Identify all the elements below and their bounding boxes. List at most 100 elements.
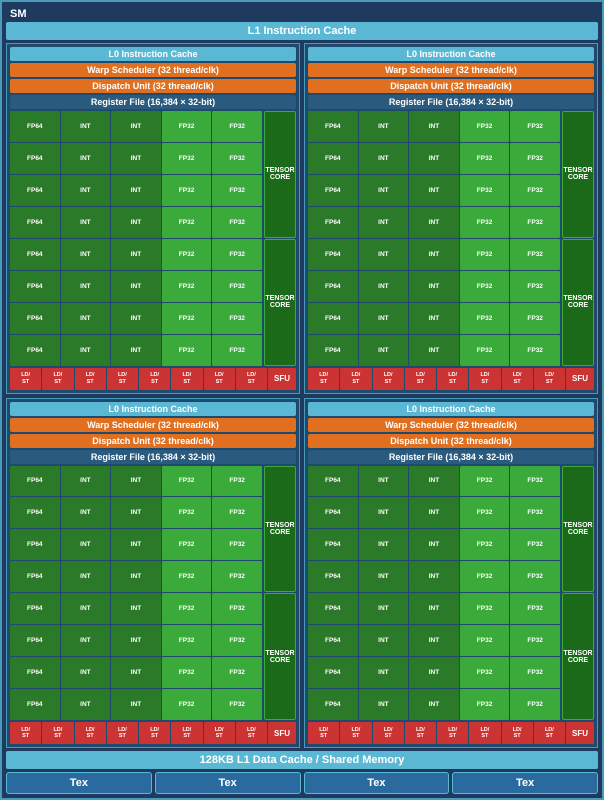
fp32-cell: FP32 xyxy=(460,207,510,238)
cu-row: FP64 INT INT FP32 FP32 xyxy=(308,303,560,334)
ldst-cell: LD/ST xyxy=(308,722,339,744)
fp64-cell: FP64 xyxy=(10,497,60,528)
ldst-cell: LD/ST xyxy=(308,368,339,390)
int-cell: INT xyxy=(111,657,161,688)
dispatch-unit-1: Dispatch Unit (32 thread/clk) xyxy=(10,79,296,93)
ldst-cell: LD/ST xyxy=(75,368,106,390)
tensor-col-4: TENSOR CORE TENSOR CORE xyxy=(562,466,594,721)
fp32-cell: FP32 xyxy=(510,271,560,302)
int-cell: INT xyxy=(111,625,161,656)
sfu-cell-2: SFU xyxy=(566,368,594,390)
fp64-cell: FP64 xyxy=(10,689,60,720)
cu-row: FP64 INT INT FP32 FP32 xyxy=(10,239,262,270)
cu-row: FP64 INT INT FP32 FP32 xyxy=(10,497,262,528)
warp-scheduler-2: Warp Scheduler (32 thread/clk) xyxy=(308,63,594,77)
cu-row: FP64 INT INT FP32 FP32 xyxy=(10,657,262,688)
int-cell: INT xyxy=(111,207,161,238)
quadrant-4: L0 Instruction Cache Warp Scheduler (32 … xyxy=(304,398,598,749)
int-cell: INT xyxy=(111,529,161,560)
fp32-cell: FP32 xyxy=(162,207,212,238)
cu-row: FP64 INT INT FP32 FP32 xyxy=(308,529,560,560)
cu-row: FP64 INT INT FP32 FP32 xyxy=(308,143,560,174)
fp32-cell: FP32 xyxy=(510,239,560,270)
fp32-cell: FP32 xyxy=(212,497,262,528)
fp32-cell: FP32 xyxy=(162,593,212,624)
fp32-cell: FP32 xyxy=(212,657,262,688)
fp32-cell: FP32 xyxy=(460,561,510,592)
tex-cell-2[interactable]: Tex xyxy=(155,772,301,794)
fp64-cell: FP64 xyxy=(10,625,60,656)
ldst-cell: LD/ST xyxy=(42,368,73,390)
cu-row: FP64 INT INT FP32 FP32 xyxy=(10,111,262,142)
fp32-cell: FP32 xyxy=(460,175,510,206)
int-cell: INT xyxy=(409,207,459,238)
fp64-cell: FP64 xyxy=(308,239,358,270)
int-cell: INT xyxy=(111,561,161,592)
fp64-cell: FP64 xyxy=(308,143,358,174)
int-cell: INT xyxy=(359,466,409,497)
l0-cache-2: L0 Instruction Cache xyxy=(308,47,594,61)
ldst-cell: LD/ST xyxy=(139,368,170,390)
tensor-core-2: TENSOR CORE xyxy=(264,239,296,366)
cu-row: FP64 INT INT FP32 FP32 xyxy=(308,561,560,592)
fp64-cell: FP64 xyxy=(308,111,358,142)
int-cell: INT xyxy=(61,657,111,688)
int-cell: INT xyxy=(111,303,161,334)
int-cell: INT xyxy=(61,143,111,174)
int-cell: INT xyxy=(359,689,409,720)
int-cell: INT xyxy=(111,271,161,302)
cu-row: FP64 INT INT FP32 FP32 xyxy=(10,625,262,656)
register-file-2: Register File (16,384 × 32-bit) xyxy=(308,95,594,109)
cu-row: FP64 INT INT FP32 FP32 xyxy=(308,497,560,528)
int-cell: INT xyxy=(409,175,459,206)
fp64-cell: FP64 xyxy=(10,207,60,238)
tex-cell-1[interactable]: Tex xyxy=(6,772,152,794)
quadrant-2: L0 Instruction Cache Warp Scheduler (32 … xyxy=(304,43,598,394)
quadrant-1: L0 Instruction Cache Warp Scheduler (32 … xyxy=(6,43,300,394)
tex-cell-4[interactable]: Tex xyxy=(452,772,598,794)
int-cell: INT xyxy=(61,529,111,560)
int-cell: INT xyxy=(409,561,459,592)
int-cell: INT xyxy=(409,143,459,174)
ldst-cell: LD/ST xyxy=(107,368,138,390)
fp32-cell: FP32 xyxy=(460,239,510,270)
int-cell: INT xyxy=(409,335,459,366)
tensor-core-1: TENSOR CORE xyxy=(264,111,296,238)
int-cell: INT xyxy=(359,625,409,656)
cu-row: FP64 INT INT FP32 FP32 xyxy=(10,561,262,592)
int-cell: INT xyxy=(61,175,111,206)
l0-cache-1: L0 Instruction Cache xyxy=(10,47,296,61)
fp32-cell: FP32 xyxy=(510,466,560,497)
ldst-sfu-row-2: LD/ST LD/ST LD/ST LD/ST LD/ST LD/ST LD/S… xyxy=(308,368,594,390)
int-cell: INT xyxy=(61,689,111,720)
ldst-sfu-row-3: LD/ST LD/ST LD/ST LD/ST LD/ST LD/ST LD/S… xyxy=(10,722,296,744)
fp32-cell: FP32 xyxy=(460,625,510,656)
ldst-cell: LD/ST xyxy=(469,368,500,390)
fp32-cell: FP32 xyxy=(460,466,510,497)
fp32-cell: FP32 xyxy=(510,335,560,366)
fp32-cell: FP32 xyxy=(212,529,262,560)
fp32-cell: FP32 xyxy=(162,466,212,497)
int-cell: INT xyxy=(61,497,111,528)
fp32-cell: FP32 xyxy=(212,271,262,302)
tex-cell-3[interactable]: Tex xyxy=(304,772,450,794)
ldst-cell: LD/ST xyxy=(405,368,436,390)
dispatch-unit-4: Dispatch Unit (32 thread/clk) xyxy=(308,434,594,448)
cu-row: FP64 INT INT FP32 FP32 xyxy=(10,689,262,720)
ldst-cell: LD/ST xyxy=(534,368,565,390)
int-cell: INT xyxy=(359,111,409,142)
ldst-cell: LD/ST xyxy=(10,368,41,390)
warp-scheduler-1: Warp Scheduler (32 thread/clk) xyxy=(10,63,296,77)
l1-data-cache: 128KB L1 Data Cache / Shared Memory xyxy=(6,751,598,769)
cu-row: FP64 INT INT FP32 FP32 xyxy=(10,529,262,560)
fp32-cell: FP32 xyxy=(510,111,560,142)
ldst-cell: LD/ST xyxy=(42,722,73,744)
fp32-cell: FP32 xyxy=(162,657,212,688)
int-cell: INT xyxy=(111,175,161,206)
ldst-cell: LD/ST xyxy=(502,722,533,744)
fp32-cell: FP32 xyxy=(212,335,262,366)
int-cell: INT xyxy=(409,303,459,334)
ldst-cell: LD/ST xyxy=(75,722,106,744)
fp32-cell: FP32 xyxy=(212,143,262,174)
fp32-cell: FP32 xyxy=(212,593,262,624)
